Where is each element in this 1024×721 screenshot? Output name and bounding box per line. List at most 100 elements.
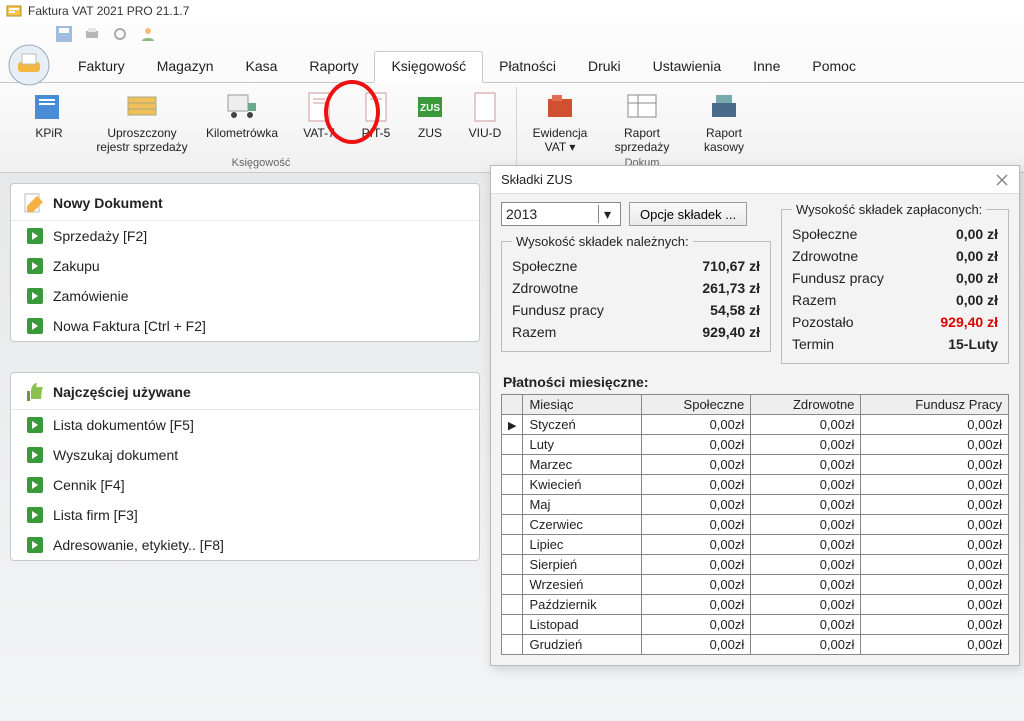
zus-dialog: Składki ZUS 2013 ▾ Opcje składek ... Wys… — [490, 165, 1020, 666]
row-pointer — [502, 475, 523, 495]
year-select[interactable]: 2013 ▾ — [501, 202, 621, 226]
kv-row: Fundusz pracy54,58 zł — [512, 299, 760, 321]
kv-value: 0,00 zł — [956, 270, 998, 286]
cell-fundusz: 0,00zł — [861, 615, 1009, 635]
btn-label: PIT-5 — [362, 127, 391, 141]
form-icon — [467, 89, 503, 125]
group-label: Księgowość — [232, 155, 291, 170]
uproszczony-button[interactable]: Uproszczony rejestr sprzedaży — [96, 87, 188, 155]
table-row[interactable]: Sierpień 0,00zł 0,00zł 0,00zł — [502, 555, 1009, 575]
tab-platnosci[interactable]: Płatności — [483, 52, 572, 82]
table-row[interactable]: Luty 0,00zł 0,00zł 0,00zł — [502, 435, 1009, 455]
zus-button[interactable]: ZUS ZUS — [410, 87, 450, 155]
cell-zdrowotne: 0,00zł — [751, 535, 861, 555]
cell-fundusz: 0,00zł — [861, 475, 1009, 495]
table-row[interactable]: Marzec 0,00zł 0,00zł 0,00zł — [502, 455, 1009, 475]
cell-month: Lipiec — [523, 535, 642, 555]
dialog-title: Składki ZUS — [501, 172, 573, 187]
cell-zdrowotne: 0,00zł — [751, 495, 861, 515]
viud-button[interactable]: VIU-D — [462, 87, 508, 155]
options-button[interactable]: Opcje składek ... — [629, 202, 747, 226]
th: Społeczne — [642, 395, 751, 415]
table-row[interactable]: Listopad 0,00zł 0,00zł 0,00zł — [502, 615, 1009, 635]
cell-month: Czerwiec — [523, 515, 642, 535]
panel-item[interactable]: Lista dokumentów [F5] — [11, 410, 479, 440]
item-label: Cennik [F4] — [53, 477, 125, 493]
panel-item[interactable]: Lista firm [F3] — [11, 500, 479, 530]
cell-spoleczne: 0,00zł — [642, 595, 751, 615]
panel-item[interactable]: Zakupu — [11, 251, 479, 281]
kv-key: Zdrowotne — [792, 248, 858, 264]
kv-key: Razem — [792, 292, 836, 308]
th: Fundusz Pracy — [861, 395, 1009, 415]
kv-row: Termin15-Luty — [792, 333, 998, 355]
cell-month: Luty — [523, 435, 642, 455]
monthly-table[interactable]: MiesiącSpołeczneZdrowotneFundusz Pracy ▶… — [501, 394, 1009, 655]
chevron-down-icon: ▾ — [598, 205, 616, 223]
cell-zdrowotne: 0,00zł — [751, 555, 861, 575]
btn-label: Kilometrówka — [206, 127, 278, 141]
cell-zdrowotne: 0,00zł — [751, 455, 861, 475]
cell-zdrowotne: 0,00zł — [751, 435, 861, 455]
panel-item[interactable]: Zamówienie — [11, 281, 479, 311]
arrow-right-icon — [27, 477, 43, 493]
row-pointer — [502, 435, 523, 455]
item-label: Wyszukaj dokument — [53, 447, 178, 463]
kilometrowka-button[interactable]: Kilometrówka — [200, 87, 284, 155]
ewidencja-vat-button[interactable]: Ewidencja VAT ▾ — [525, 87, 595, 155]
settings-icon[interactable] — [112, 26, 128, 42]
cell-spoleczne: 0,00zł — [642, 435, 751, 455]
vat7-button[interactable]: VAT-7 — [296, 87, 342, 155]
cell-spoleczne: 0,00zł — [642, 635, 751, 655]
kpir-button[interactable]: KPiR — [14, 87, 84, 155]
arrow-right-icon — [27, 537, 43, 553]
panel-item[interactable]: Cennik [F4] — [11, 470, 479, 500]
cell-spoleczne: 0,00zł — [642, 615, 751, 635]
kv-row: Zdrowotne0,00 zł — [792, 245, 998, 267]
tab-raporty[interactable]: Raporty — [293, 52, 374, 82]
cell-fundusz: 0,00zł — [861, 535, 1009, 555]
tab-ustawienia[interactable]: Ustawienia — [637, 52, 737, 82]
tab-faktury[interactable]: Faktury — [62, 52, 141, 82]
document-pencil-icon — [23, 192, 45, 214]
kv-key: Społeczne — [792, 226, 857, 242]
table-row[interactable]: Październik 0,00zł 0,00zł 0,00zł — [502, 595, 1009, 615]
cell-month: Sierpień — [523, 555, 642, 575]
tab-pomoc[interactable]: Pomoc — [796, 52, 872, 82]
ribbon-tabs: Faktury Magazyn Kasa Raporty Księgowość … — [62, 50, 872, 82]
table-row[interactable]: Wrzesień 0,00zł 0,00zł 0,00zł — [502, 575, 1009, 595]
tab-kasa[interactable]: Kasa — [230, 52, 294, 82]
panel-item[interactable]: Adresowanie, etykiety.. [F8] — [11, 530, 479, 560]
cell-spoleczne: 0,00zł — [642, 515, 751, 535]
row-pointer — [502, 555, 523, 575]
save-icon[interactable] — [56, 26, 72, 42]
tab-magazyn[interactable]: Magazyn — [141, 52, 230, 82]
table-row[interactable]: Czerwiec 0,00zł 0,00zł 0,00zł — [502, 515, 1009, 535]
tab-ksiegowosc[interactable]: Księgowość — [374, 51, 483, 83]
table-row[interactable]: Lipiec 0,00zł 0,00zł 0,00zł — [502, 535, 1009, 555]
raport-sprzedazy-button[interactable]: Raport sprzedaży — [607, 87, 677, 155]
table-row[interactable]: Kwiecień 0,00zł 0,00zł 0,00zł — [502, 475, 1009, 495]
raport-kasowy-button[interactable]: Raport kasowy — [689, 87, 759, 155]
close-icon[interactable] — [995, 173, 1009, 187]
kv-value: 929,40 zł — [702, 324, 760, 340]
tab-druki[interactable]: Druki — [572, 52, 637, 82]
panel-item[interactable]: Sprzedaży [F2] — [11, 221, 479, 251]
ribbon: Faktury Magazyn Kasa Raporty Księgowość … — [0, 22, 1024, 173]
cell-fundusz: 0,00zł — [861, 435, 1009, 455]
item-label: Sprzedaży [F2] — [53, 228, 147, 244]
tab-inne[interactable]: Inne — [737, 52, 796, 82]
panel-item[interactable]: Wyszukaj dokument — [11, 440, 479, 470]
panel-item[interactable]: Nowa Faktura [Ctrl + F2] — [11, 311, 479, 341]
user-icon[interactable] — [140, 26, 156, 42]
cell-fundusz: 0,00zł — [861, 555, 1009, 575]
print-icon[interactable] — [84, 26, 100, 42]
kv-row: Razem0,00 zł — [792, 289, 998, 311]
pit5-button[interactable]: PIT-5 — [354, 87, 398, 155]
table-row[interactable]: Maj 0,00zł 0,00zł 0,00zł — [502, 495, 1009, 515]
table-row[interactable]: ▶ Styczeń 0,00zł 0,00zł 0,00zł — [502, 415, 1009, 435]
panel-new-document: Nowy Dokument Sprzedaży [F2]ZakupuZamówi… — [10, 183, 480, 342]
cell-fundusz: 0,00zł — [861, 635, 1009, 655]
arrow-right-icon — [27, 318, 43, 334]
table-row[interactable]: Grudzień 0,00zł 0,00zł 0,00zł — [502, 635, 1009, 655]
